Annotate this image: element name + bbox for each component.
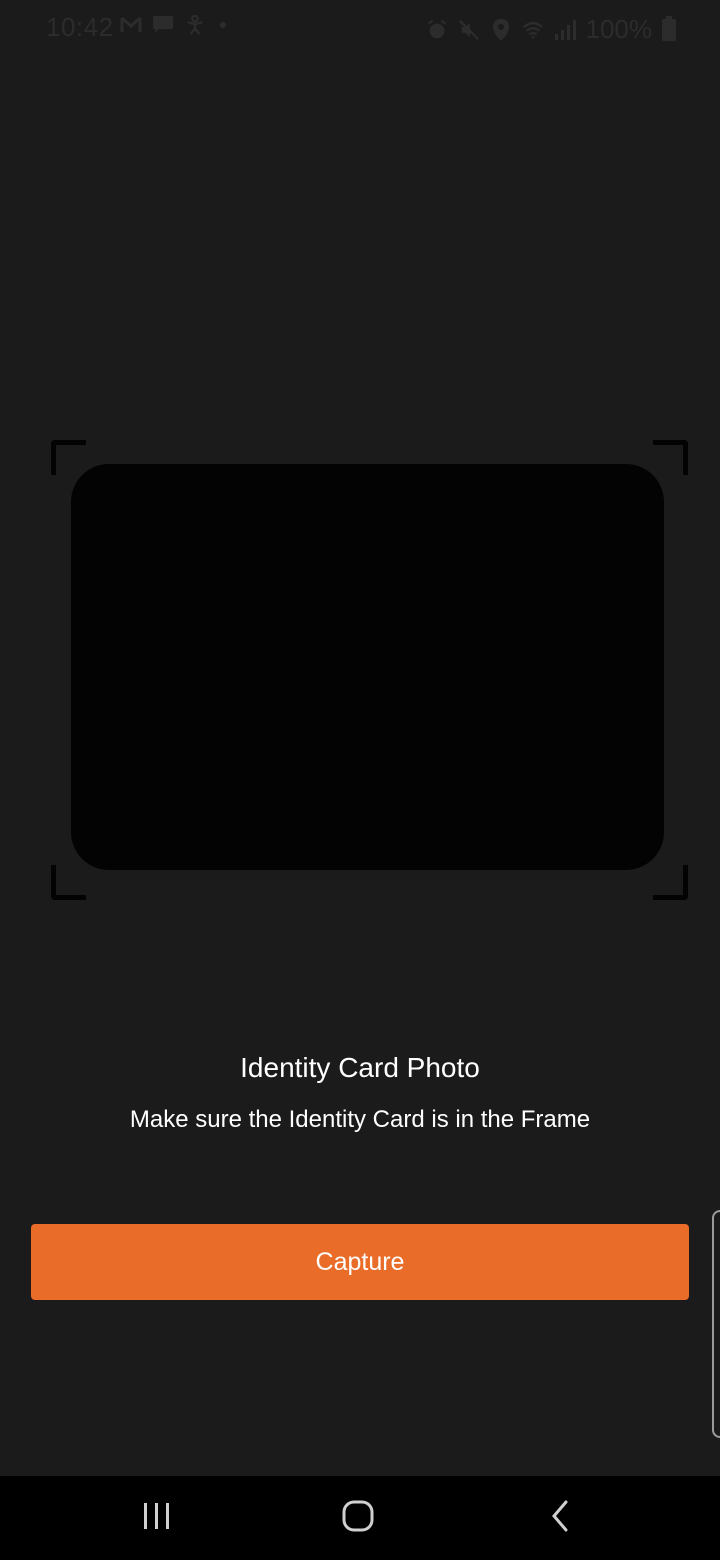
gmail-icon [120,14,142,36]
battery-icon [662,15,676,41]
signal-icon [554,19,576,41]
location-icon [490,18,512,41]
alarm-icon [426,19,448,41]
capture-screen: 10:42 100% Identity Card Photo Make sure… [0,0,720,1560]
recents-icon [141,1500,173,1536]
scrollbar[interactable] [712,1210,720,1438]
capture-button[interactable]: Capture [31,1224,689,1300]
navigation-bar [0,1476,720,1560]
back-button[interactable] [500,1476,620,1560]
page-title: Identity Card Photo [240,1052,480,1083]
notification-dot [220,22,226,28]
home-button[interactable] [298,1476,418,1560]
back-icon [544,1498,576,1538]
home-icon [340,1498,376,1538]
frame-corner-top-right [653,440,688,475]
status-left-icons [120,14,226,36]
recents-button[interactable] [97,1476,217,1560]
identity-card-frame [71,464,664,870]
frame-corner-bottom-right [653,865,688,900]
status-bar: 10:42 100% [0,0,720,56]
battery-percentage: 100% [585,14,653,44]
frame-corner-bottom-left [51,865,86,900]
accessibility-icon [184,14,206,36]
instruction-text: Make sure the Identity Card is in the Fr… [129,1106,591,1133]
status-right-icons: 100% [426,14,676,45]
mute-icon [458,19,480,41]
message-icon [152,14,174,36]
status-time: 10:42 [46,12,114,42]
frame-corner-top-left [51,440,86,475]
wifi-icon [522,19,544,41]
